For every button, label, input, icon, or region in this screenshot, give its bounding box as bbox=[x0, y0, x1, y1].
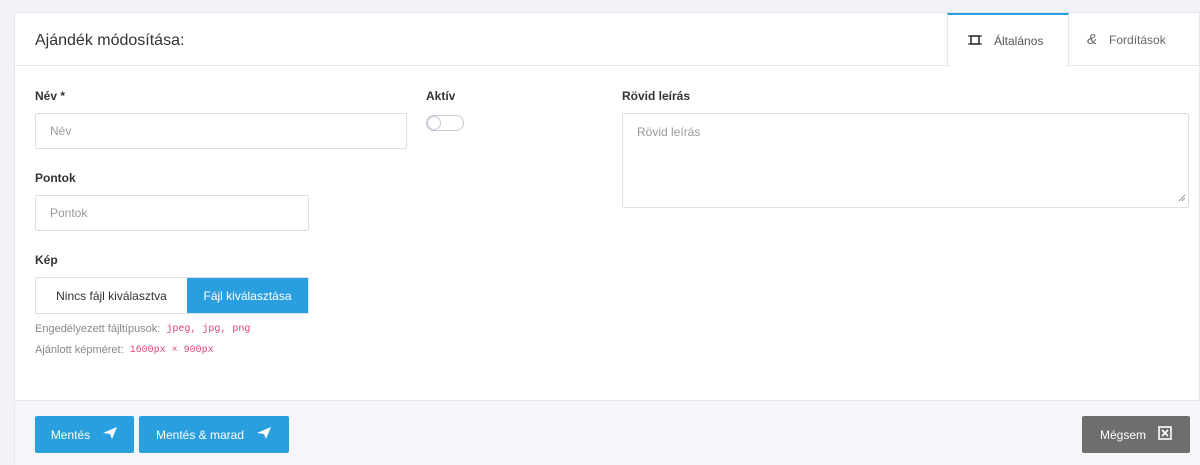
tab-general-label: Általános bbox=[994, 34, 1044, 48]
active-toggle[interactable] bbox=[426, 115, 464, 131]
ampersand-icon: & bbox=[1087, 31, 1098, 48]
close-box-icon bbox=[1146, 426, 1172, 443]
save-button[interactable]: Mentés bbox=[35, 416, 134, 453]
image-label: Kép bbox=[35, 253, 58, 267]
active-label: Aktív bbox=[426, 89, 456, 103]
save-label: Mentés bbox=[50, 427, 91, 442]
save-and-stay-button[interactable]: Mentés & marad bbox=[139, 416, 289, 453]
save-and-stay-label: Mentés & marad bbox=[155, 427, 245, 442]
recommended-size-label: Ajánlott képméret: bbox=[35, 344, 124, 356]
short-description-placeholder: Rövid leírás bbox=[637, 125, 701, 139]
file-input[interactable]: Nincs fájl kiválasztva Fájl kiválasztása bbox=[35, 277, 309, 314]
recommended-size-hint: Ajánlott képméret: 1600px × 900px bbox=[35, 344, 214, 356]
points-input[interactable]: Pontok bbox=[35, 195, 309, 231]
allowed-types-hint: Engedélyezett fájltípusok: jpeg, jpg, pn… bbox=[35, 323, 250, 335]
name-input[interactable]: Név bbox=[35, 113, 407, 149]
allowed-types-label: Engedélyezett fájltípusok: bbox=[35, 323, 161, 335]
name-label: Név * bbox=[35, 89, 66, 103]
recommended-size-value: 1600px × 900px bbox=[129, 344, 214, 356]
resize-grip-icon[interactable] bbox=[1178, 191, 1186, 205]
file-status: Nincs fájl kiválasztva bbox=[56, 288, 167, 303]
tab-general[interactable]: Általános bbox=[947, 13, 1069, 67]
tab-translations[interactable]: & Fordítások bbox=[1069, 13, 1200, 66]
page-title: Ajándék módosítása: bbox=[35, 32, 185, 49]
points-label: Pontok bbox=[35, 171, 76, 185]
card-footer: Mentés Mentés & marad Mégsem bbox=[15, 400, 1200, 465]
allowed-types-value: jpeg, jpg, png bbox=[166, 323, 251, 335]
send-icon bbox=[244, 426, 272, 443]
short-description-label: Rövid leírás bbox=[622, 89, 691, 103]
send-icon bbox=[90, 426, 118, 443]
card-header: Ajándék módosítása: Általános & Fordítás… bbox=[15, 13, 1200, 67]
frame-icon bbox=[968, 33, 994, 50]
cancel-button[interactable]: Mégsem bbox=[1082, 416, 1190, 453]
short-description-textarea[interactable]: Rövid leírás bbox=[622, 113, 1189, 208]
toggle-knob bbox=[427, 116, 441, 130]
choose-file-button[interactable]: Fájl kiválasztása bbox=[187, 278, 308, 313]
gift-edit-card: Ajándék módosítása: Általános & Fordítás… bbox=[14, 12, 1200, 465]
cancel-label: Mégsem bbox=[1099, 427, 1146, 442]
tab-translations-label: Fordítások bbox=[1109, 32, 1166, 47]
